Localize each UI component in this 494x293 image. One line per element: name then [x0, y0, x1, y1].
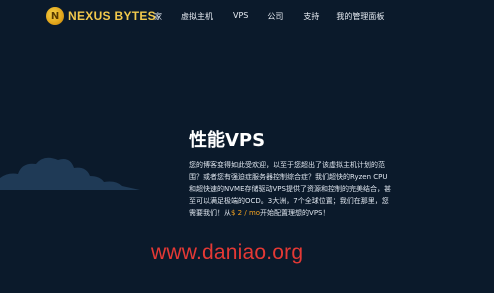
main-menu: 家 虚拟主机 VPS 公司 支持 我的管理面板 — [154, 11, 384, 22]
brand-logo[interactable]: N NEXUS BYTES — [46, 7, 156, 25]
price-highlight: $ 2 / mo — [231, 209, 261, 217]
cloud-shape — [0, 157, 140, 190]
hero-title: 性能VPS — [189, 130, 266, 151]
nav-item-vps[interactable]: VPS — [233, 11, 248, 22]
nav-item-support[interactable]: 支持 — [303, 11, 319, 22]
site-watermark: www.daniao.org — [151, 241, 304, 264]
brand-name: NEXUS BYTES — [68, 9, 156, 23]
brand-logo-icon: N — [46, 7, 64, 25]
nav-item-home[interactable]: 家 — [154, 11, 162, 22]
hero-desc-cta: 开始配置理想的VPS！ — [260, 209, 330, 217]
hero-description: 您的博客变得如此受欢迎，以至于您超出了该虚拟主机计划的范围？或者您有强迫症服务器… — [189, 159, 394, 219]
nav-item-dashboard[interactable]: 我的管理面板 — [336, 11, 384, 22]
nav-item-company[interactable]: 公司 — [267, 11, 283, 22]
top-nav: N NEXUS BYTES 家 虚拟主机 VPS 公司 支持 我的管理面板 — [0, 0, 494, 34]
cloud-illustration — [0, 157, 140, 190]
nav-item-hosting[interactable]: 虚拟主机 — [181, 11, 213, 22]
